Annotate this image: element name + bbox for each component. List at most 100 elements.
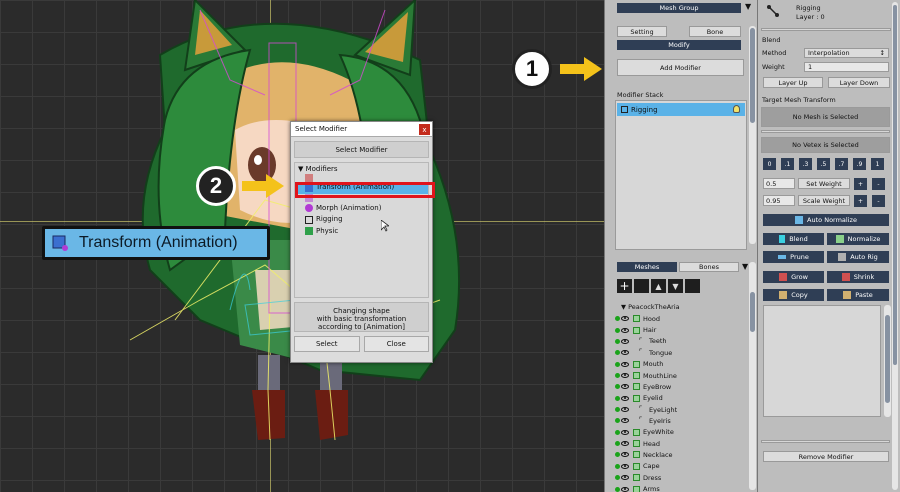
mesh-row[interactable]: Cape (615, 461, 660, 473)
move-up-icon[interactable]: ▲ (651, 279, 666, 293)
eye-icon[interactable] (621, 452, 629, 458)
eye-icon[interactable] (621, 475, 629, 481)
eye-icon[interactable] (621, 418, 629, 424)
visible-dot-icon[interactable] (615, 327, 620, 333)
eye-icon[interactable] (621, 350, 629, 356)
weight-preset-button[interactable]: .3 (799, 158, 812, 170)
mesh-row[interactable]: ⌜ Tongue (615, 347, 672, 359)
list-item-physic[interactable]: Physic (295, 226, 428, 238)
close-icon[interactable]: x (419, 124, 430, 135)
viewport[interactable]: 1 2 Transform (Animation) Select Modifie… (0, 0, 604, 492)
scrollbar[interactable] (749, 262, 756, 490)
scrollbar[interactable] (892, 2, 898, 490)
eye-icon[interactable] (621, 429, 629, 435)
visible-dot-icon[interactable] (615, 486, 620, 492)
mesh-row[interactable]: Head (615, 438, 660, 450)
prune-button[interactable]: Prune (763, 251, 824, 263)
weight-preset-button[interactable]: .5 (817, 158, 830, 170)
eye-icon[interactable] (621, 327, 629, 333)
mesh-row[interactable]: ⌜ EyeLight (615, 404, 677, 416)
scale-weight-button[interactable]: Scale Weight (798, 195, 850, 206)
scrollbar-thumb[interactable] (885, 315, 890, 403)
mesh-group-button[interactable]: Mesh Group (617, 3, 741, 13)
eye-icon[interactable] (621, 361, 629, 367)
visible-dot-icon[interactable] (615, 361, 620, 367)
paste-button[interactable]: Paste (827, 289, 889, 301)
list-item-rigging[interactable]: Rigging (295, 214, 428, 226)
mesh-row[interactable]: EyeWhite (615, 427, 674, 439)
mesh-row[interactable]: Arms (615, 483, 660, 492)
blend-button[interactable]: Blend (763, 233, 824, 245)
scrollbar-thumb[interactable] (750, 292, 755, 332)
visible-dot-icon[interactable] (615, 441, 620, 447)
weight-preset-button[interactable]: 0 (763, 158, 776, 170)
mesh-row[interactable]: MouthLine (615, 370, 677, 382)
eye-icon[interactable] (621, 441, 629, 447)
stack-item-rigging[interactable]: Rigging (617, 103, 745, 116)
scale-weight-input[interactable]: 0.95 (763, 195, 795, 206)
tab-modify[interactable]: Modify (617, 40, 741, 50)
eye-icon[interactable] (621, 407, 629, 413)
visible-dot-icon[interactable] (615, 395, 620, 401)
mesh-row[interactable]: Necklace (615, 449, 673, 461)
lightbulb-icon[interactable] (733, 105, 740, 113)
shrink-button[interactable]: Shrink (827, 271, 889, 283)
visible-dot-icon[interactable] (615, 316, 620, 322)
visible-dot-icon[interactable] (615, 350, 620, 356)
scrollbar[interactable] (749, 26, 756, 244)
eye-icon[interactable] (621, 486, 629, 492)
scrollbar-thumb[interactable] (750, 28, 755, 123)
visible-dot-icon[interactable] (615, 463, 620, 469)
weight-preset-button[interactable]: .1 (781, 158, 794, 170)
add-modifier-button[interactable]: Add Modifier (617, 59, 744, 76)
tree-root-row[interactable]: ▼ PeacockTheAria (621, 303, 680, 311)
tab-meshes[interactable]: Meshes (617, 262, 677, 272)
eye-icon[interactable] (621, 463, 629, 469)
layer-icon[interactable] (634, 279, 649, 293)
auto-rig-button[interactable]: Auto Rig (827, 251, 889, 263)
copy-button[interactable]: Copy (763, 289, 824, 301)
visible-dot-icon[interactable] (615, 384, 620, 390)
mesh-row[interactable]: ⌜ EyeIris (615, 415, 671, 427)
tab-bone[interactable]: Bone (689, 26, 741, 37)
set-weight-button[interactable]: Set Weight (798, 178, 850, 189)
eye-icon[interactable] (621, 395, 629, 401)
tab-setting[interactable]: Setting (617, 26, 667, 37)
visible-dot-icon[interactable] (615, 452, 620, 458)
layer-up-button[interactable]: Layer Up (763, 77, 823, 88)
weight-input[interactable]: 1 (804, 62, 889, 72)
add-icon[interactable]: + (617, 279, 632, 293)
weight-preset-button[interactable]: .9 (853, 158, 866, 170)
tree-root[interactable]: ▼ Modifiers (295, 165, 428, 174)
set-weight-input[interactable]: 0.5 (763, 178, 795, 189)
increase-button[interactable]: + (854, 195, 867, 207)
modifier-list[interactable]: ▼ Modifiers Transform (Animation) Morph … (294, 162, 435, 298)
remove-modifier-button[interactable]: Remove Modifier (763, 451, 889, 462)
normalize-button[interactable]: Normalize (827, 233, 889, 245)
mesh-row[interactable]: Hood (615, 313, 660, 325)
visible-dot-icon[interactable] (615, 373, 620, 378)
eye-icon[interactable] (621, 384, 629, 390)
visible-dot-icon[interactable] (615, 407, 620, 413)
mesh-row[interactable]: Eyelid (615, 392, 663, 404)
mesh-row[interactable]: ⌜ Teeth (615, 336, 667, 348)
visible-dot-icon[interactable] (615, 475, 620, 481)
visible-dot-icon[interactable] (615, 429, 620, 435)
eye-icon[interactable] (621, 316, 629, 322)
decrease-button[interactable]: - (872, 178, 885, 190)
weight-preset-button[interactable]: .7 (835, 158, 848, 170)
eye-icon[interactable] (621, 373, 629, 378)
mesh-row[interactable]: Dress (615, 472, 661, 484)
decrease-button[interactable]: - (872, 195, 885, 207)
select-button[interactable]: Select (294, 336, 360, 352)
grow-button[interactable]: Grow (763, 271, 824, 283)
mesh-row[interactable]: Hair (615, 324, 656, 336)
scrollbar[interactable] (884, 305, 891, 417)
visible-dot-icon[interactable] (615, 418, 620, 424)
dropdown-arrow-icon[interactable]: ▼ (745, 2, 751, 11)
move-down-icon[interactable]: ▼ (668, 279, 683, 293)
weight-preset-button[interactable]: 1 (871, 158, 884, 170)
layer-down-button[interactable]: Layer Down (828, 77, 890, 88)
tab-bones[interactable]: Bones (679, 262, 739, 272)
delete-icon[interactable] (685, 279, 700, 293)
